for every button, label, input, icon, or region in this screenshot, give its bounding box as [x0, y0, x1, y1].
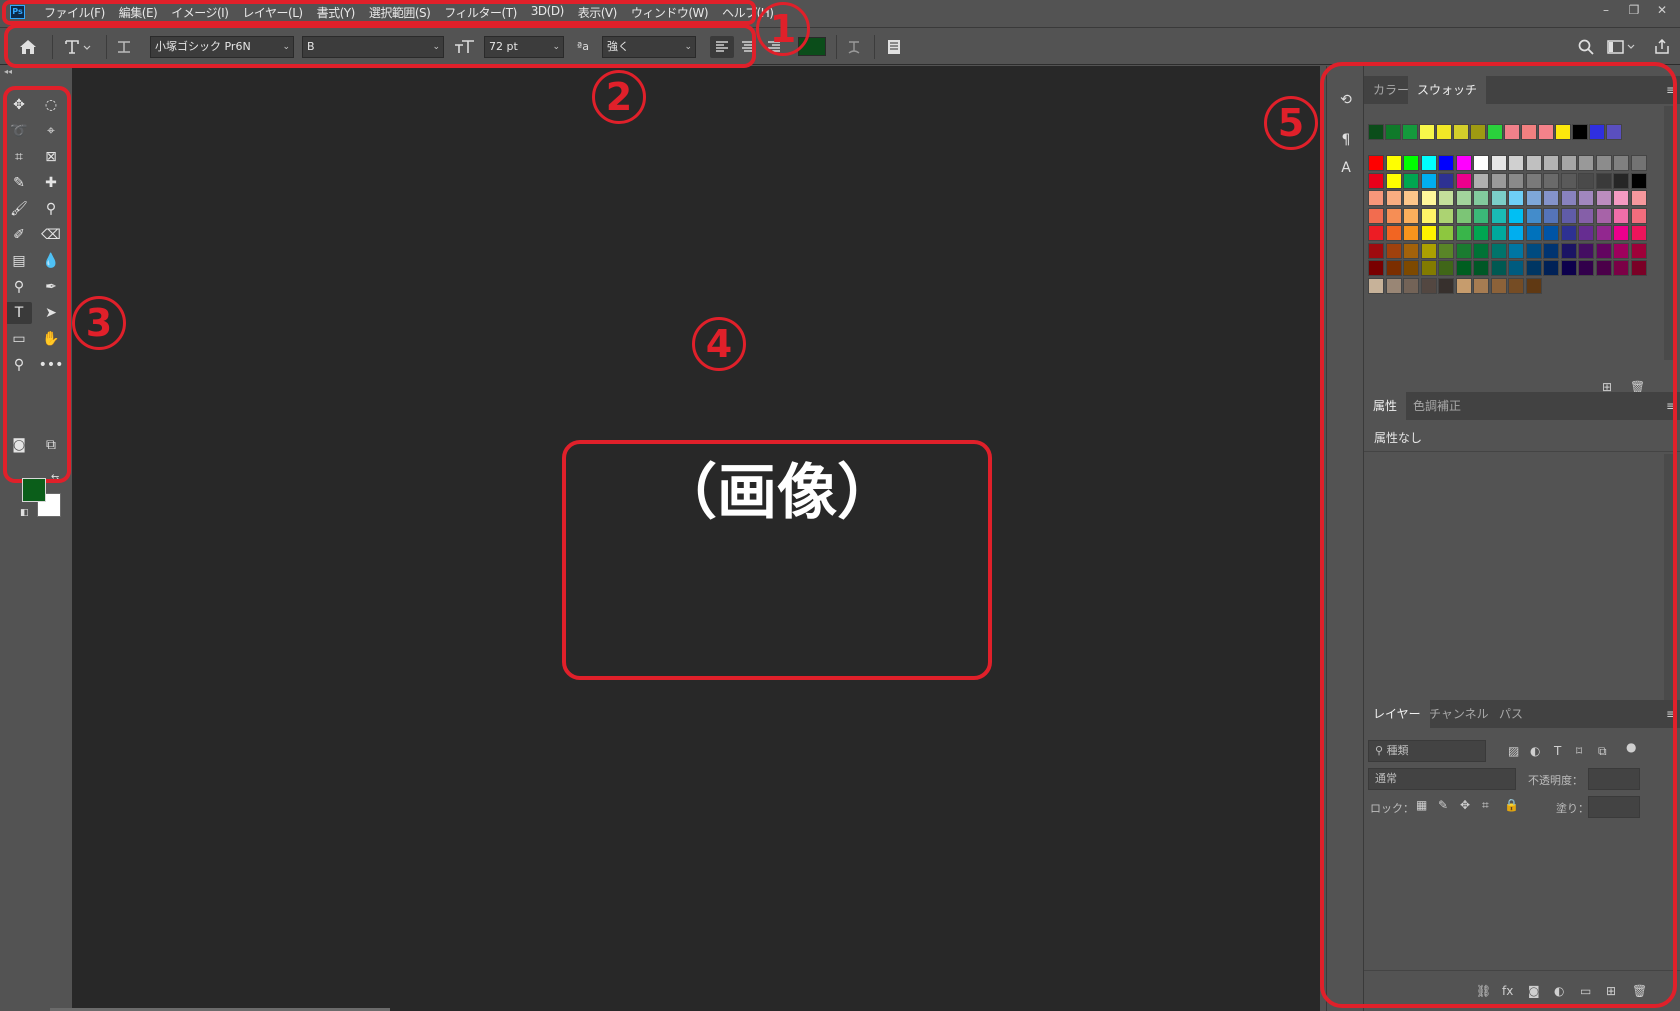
annotation-number-3: 3 [72, 296, 126, 350]
annotation-menubar-box [2, 0, 756, 25]
annotation-number-2: 2 [592, 70, 646, 124]
character-panel-icon[interactable] [882, 36, 906, 58]
image-placeholder-label: （画像） [657, 458, 897, 528]
workspace-switcher-icon[interactable] [1604, 36, 1640, 58]
annotation-toolbar-box [3, 86, 71, 483]
annotation-number-4: 4 [692, 317, 746, 371]
separator [836, 35, 837, 59]
search-icon[interactable] [1574, 36, 1598, 58]
default-colors-icon[interactable]: ◧ [20, 508, 29, 518]
canvas-area[interactable]: （画像） [72, 66, 1320, 1011]
annotation-optionsbar-box [4, 24, 756, 68]
warp-text-icon[interactable] [842, 36, 866, 58]
annotation-number-1: 1 [756, 2, 810, 56]
collapse-arrows-icon[interactable]: ◂◂ [4, 67, 12, 76]
separator [874, 35, 875, 59]
foreground-color[interactable] [22, 478, 46, 502]
restore-button[interactable]: ❐ [1620, 0, 1648, 20]
image-placeholder-frame: （画像） [562, 440, 992, 680]
annotation-number-5: 5 [1264, 96, 1318, 150]
annotation-panels-box [1320, 62, 1677, 1008]
share-icon[interactable] [1650, 36, 1674, 58]
close-button[interactable]: ✕ [1648, 0, 1676, 20]
window-controls: – ❐ ✕ [1592, 0, 1676, 20]
minimize-button[interactable]: – [1592, 0, 1620, 20]
